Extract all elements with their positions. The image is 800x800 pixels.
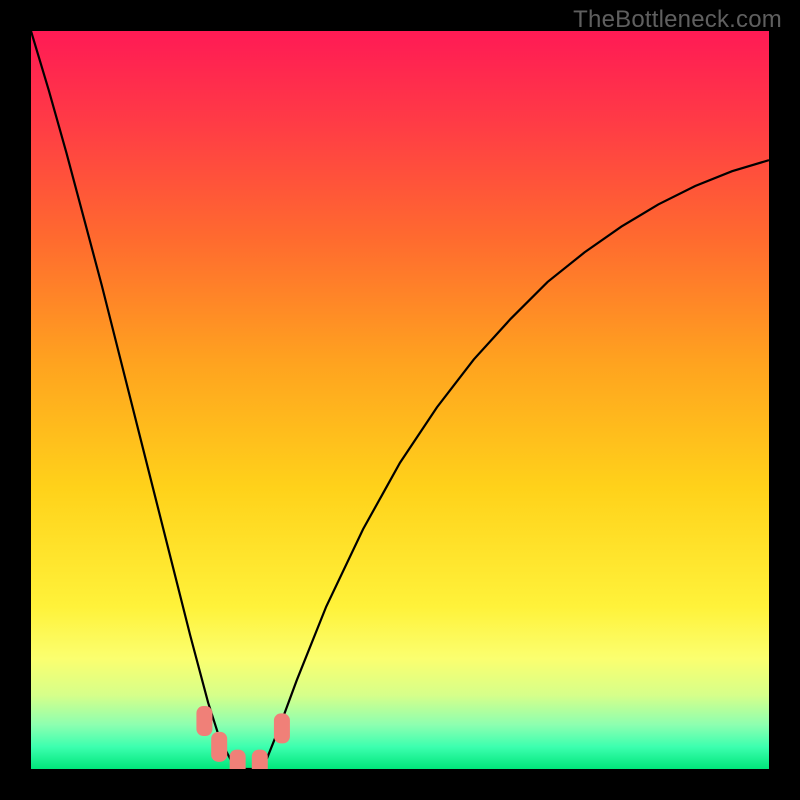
flat-region-5 [274,713,290,743]
gradient-background [31,31,769,769]
flat-region-2 [211,732,227,762]
flat-region-3 [230,750,246,769]
flat-region-1 [196,706,212,736]
plot-area [31,31,769,769]
bottleneck-chart [31,31,769,769]
flat-region-4 [252,750,268,769]
chart-frame: TheBottleneck.com [0,0,800,800]
watermark-text: TheBottleneck.com [573,6,782,34]
